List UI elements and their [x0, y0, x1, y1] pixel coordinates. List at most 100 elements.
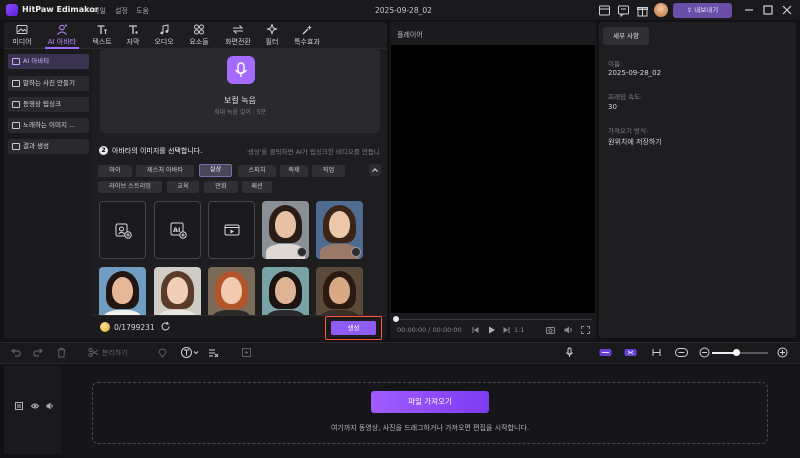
video-avatar-tile[interactable] — [208, 201, 255, 259]
minimize-icon[interactable] — [743, 4, 755, 16]
refresh-icon[interactable] — [160, 321, 171, 332]
image-icon — [12, 80, 20, 87]
detail-label-import-mode: 가져오기 방식: — [608, 127, 649, 135]
avatar-face — [329, 211, 350, 238]
tab-transition[interactable]: 화면전환 — [221, 24, 255, 46]
avatar-thumbnail[interactable] — [262, 201, 309, 259]
avatar-thumbnail[interactable] — [208, 267, 255, 315]
zoom-in-icon[interactable] — [777, 347, 788, 358]
layout-icon[interactable] — [598, 4, 611, 17]
avatar-face — [275, 277, 296, 304]
chip-live-streaming[interactable]: 라이브 스트리밍 — [98, 181, 162, 193]
add-avatar-tile[interactable] — [99, 201, 146, 259]
tab-ai-avatar[interactable]: AI 아바타 — [45, 24, 79, 46]
playback-handle[interactable] — [393, 316, 399, 322]
chip-fashion[interactable]: 패션 — [242, 181, 272, 193]
fullscreen-icon[interactable] — [581, 326, 590, 334]
step-hint: '생성'을 클릭하면 AI가 립싱크한 비디오를 만듭니다. — [246, 148, 380, 156]
avatar-thumbnail[interactable] — [154, 267, 201, 315]
chevron-up-icon[interactable] — [369, 164, 381, 176]
undo-icon[interactable] — [10, 347, 21, 358]
microphone-icon[interactable] — [564, 347, 575, 358]
user-avatar[interactable] — [654, 3, 668, 17]
step-title: 아바타의 이미지를 선택합니다. — [112, 147, 203, 155]
gift-icon[interactable] — [636, 4, 649, 17]
split-label[interactable]: 분리하기 — [102, 348, 128, 358]
sidebar-item-lip-sync[interactable]: 동영상 립싱크 — [8, 97, 89, 112]
zoom-slider-handle[interactable] — [733, 349, 740, 356]
chip-cartoon[interactable]: 만화 — [204, 181, 238, 193]
generate-button[interactable]: 생성 — [331, 321, 376, 335]
avatar-thumbnail[interactable] — [99, 267, 146, 315]
play-icon[interactable] — [487, 326, 496, 334]
tab-label: 자막 — [126, 38, 140, 46]
feedback-icon[interactable] — [617, 4, 630, 17]
tab-audio[interactable]: 오디오 — [147, 24, 181, 46]
chip-realistic[interactable]: 실상 — [199, 164, 232, 177]
close-icon[interactable] — [781, 4, 793, 16]
clear-track-icon[interactable] — [208, 347, 219, 358]
tab-effects[interactable]: 특수효과 — [290, 24, 324, 46]
sidebar-item-talking-photo[interactable]: 말하는 사진 만들기 — [8, 76, 89, 91]
tab-label: 미디어 — [12, 38, 32, 46]
avatar-thumbnail[interactable] — [316, 267, 363, 315]
media-icon — [16, 25, 28, 34]
redo-icon[interactable] — [33, 347, 44, 358]
detach-audio-icon[interactable] — [650, 347, 663, 358]
menu-help[interactable]: 도움 — [136, 6, 149, 16]
text-tool-icon[interactable] — [181, 347, 199, 358]
ai-generate-avatar-tile[interactable]: AI — [154, 201, 201, 259]
tab-subtitle[interactable]: 자막 — [116, 24, 150, 46]
sidebar-item-ai-avatar[interactable]: AI 아바타 — [8, 54, 89, 69]
ai-avatar-icon — [57, 24, 67, 35]
mute-icon[interactable] — [46, 402, 54, 410]
marker-icon[interactable] — [157, 347, 168, 358]
crop-icon[interactable] — [241, 347, 252, 358]
playback-progress[interactable] — [396, 319, 592, 320]
chip-speech[interactable]: 스피치 — [238, 165, 276, 177]
fit-timeline-icon[interactable] — [675, 347, 688, 358]
app-name: HitPaw Edimakor — [22, 5, 99, 14]
audio-icon — [160, 24, 169, 35]
avatar-thumbnail[interactable] — [262, 267, 309, 315]
link-track-icon[interactable] — [624, 347, 637, 358]
download-icon[interactable] — [297, 247, 307, 257]
split-icon[interactable] — [88, 347, 99, 358]
avatar-icon — [12, 58, 20, 65]
tab-filter[interactable]: 필터 — [255, 24, 289, 46]
record-button[interactable] — [227, 56, 255, 84]
visibility-icon[interactable] — [31, 402, 39, 410]
download-icon[interactable] — [351, 247, 361, 257]
menu-file[interactable]: 파일 — [93, 6, 106, 16]
next-frame-icon[interactable] — [502, 326, 511, 334]
chip-mine[interactable]: 마이 — [98, 165, 132, 177]
tab-text[interactable]: 텍스트 — [85, 24, 119, 46]
import-files-button[interactable]: 파일 가져오기 — [371, 391, 489, 413]
maximize-icon[interactable] — [762, 4, 774, 16]
tab-details[interactable]: 세부 사항 — [603, 27, 649, 45]
avatar-face — [221, 277, 242, 304]
previous-frame-icon[interactable] — [471, 326, 480, 334]
chip-education[interactable]: 교육 — [167, 181, 199, 193]
chip-festival[interactable]: 축제 — [280, 165, 308, 177]
menu-settings[interactable]: 설정 — [115, 6, 128, 16]
sidebar-item-singing-image[interactable]: 노래하는 이미지 ... — [8, 118, 89, 133]
chip-job[interactable]: 직업 — [312, 165, 345, 177]
delete-icon[interactable] — [56, 347, 67, 358]
sidebar-item-results[interactable]: 결과 생성 — [8, 139, 89, 154]
snapshot-icon[interactable] — [546, 326, 555, 334]
magnet-snap-icon[interactable] — [599, 347, 612, 358]
sidebar-item-label: 말하는 사진 만들기 — [23, 79, 75, 87]
volume-icon[interactable] — [564, 326, 573, 334]
tab-elements[interactable]: 요소들 — [182, 24, 216, 46]
detail-label-name: 이름: — [608, 60, 623, 68]
tab-label: AI 아바타 — [47, 38, 77, 46]
sidebar-item-label: 결과 생성 — [23, 142, 49, 150]
tab-media[interactable]: 미디어 — [5, 24, 39, 46]
chip-gesture-avatar[interactable]: 제스처 아바타 — [136, 165, 194, 177]
aspect-ratio[interactable]: 1:1 — [514, 326, 524, 334]
export-button[interactable]: ⇪ 내보내기 — [673, 3, 732, 18]
zoom-out-icon[interactable] — [699, 347, 710, 358]
avatar-thumbnail[interactable] — [316, 201, 363, 259]
video-preview[interactable] — [391, 45, 595, 313]
